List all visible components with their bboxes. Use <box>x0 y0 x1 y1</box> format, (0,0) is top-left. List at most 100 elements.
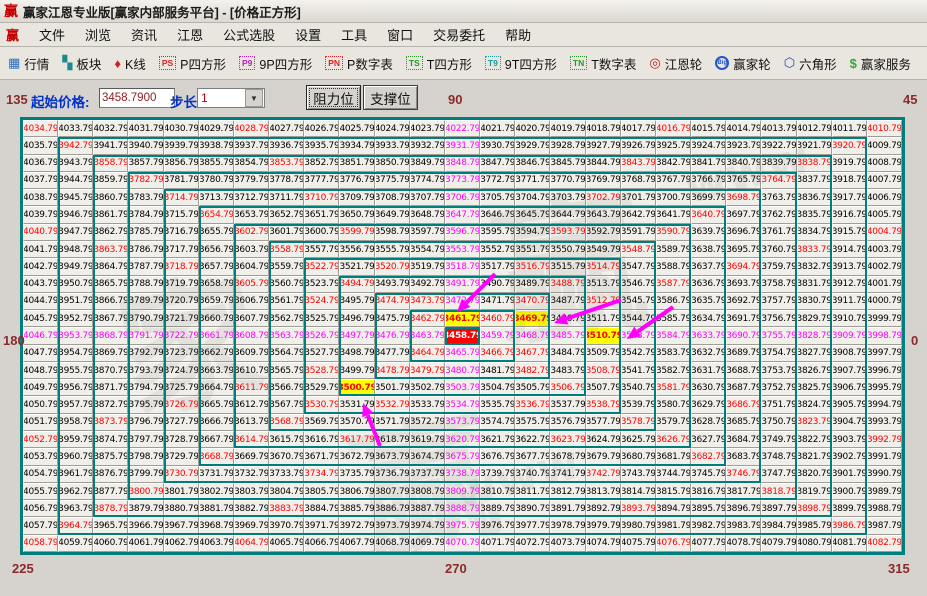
grid-cell-r20c18[interactable]: 3680.79 <box>621 448 656 465</box>
grid-cell-r12c4[interactable]: 3790.79 <box>128 310 163 327</box>
grid-cell-r24c13[interactable]: 3975.79 <box>445 517 480 534</box>
grid-cell-r7c6[interactable]: 3655.79 <box>199 224 234 241</box>
grid-cell-r16c6[interactable]: 3664.79 <box>199 379 234 396</box>
grid-cell-r14c21[interactable]: 3689.79 <box>726 345 761 362</box>
grid-cell-r17c4[interactable]: 3795.79 <box>128 396 163 413</box>
grid-cell-r14c25[interactable]: 3997.79 <box>867 345 902 362</box>
grid-cell-r21c23[interactable]: 3820.79 <box>797 466 832 483</box>
grid-cell-r18c22[interactable]: 3750.79 <box>761 414 796 431</box>
grid-cell-r21c4[interactable]: 3799.79 <box>128 466 163 483</box>
grid-cell-r25c4[interactable]: 4061.79 <box>128 535 163 552</box>
grid-cell-r23c12[interactable]: 3887.79 <box>410 500 445 517</box>
grid-cell-r21c5[interactable]: 3730.79 <box>164 466 199 483</box>
grid-cell-r4c7[interactable]: 3779.79 <box>234 172 269 189</box>
grid-cell-r5c14[interactable]: 3705.79 <box>480 189 515 206</box>
grid-cell-r11c11[interactable]: 3474.79 <box>375 293 410 310</box>
grid-cell-r7c16[interactable]: 3593.79 <box>550 224 585 241</box>
grid-cell-r1c22[interactable]: 4013.79 <box>761 120 796 137</box>
grid-cell-r13c18[interactable]: 3543.79 <box>621 327 656 344</box>
grid-cell-r1c8[interactable]: 4027.79 <box>269 120 304 137</box>
grid-cell-r12c25[interactable]: 3999.79 <box>867 310 902 327</box>
grid-cell-r25c25[interactable]: 4082.79 <box>867 535 902 552</box>
grid-cell-r15c11[interactable]: 3478.79 <box>375 362 410 379</box>
grid-cell-r19c14[interactable]: 3621.79 <box>480 431 515 448</box>
grid-cell-r21c11[interactable]: 3736.79 <box>375 466 410 483</box>
grid-cell-r4c24[interactable]: 3918.79 <box>832 172 867 189</box>
grid-cell-r7c15[interactable]: 3594.79 <box>515 224 550 241</box>
grid-cell-r18c2[interactable]: 3958.79 <box>58 414 93 431</box>
grid-cell-r8c12[interactable]: 3554.79 <box>410 241 445 258</box>
grid-cell-r5c1[interactable]: 4038.79 <box>23 189 58 206</box>
grid-cell-r24c3[interactable]: 3965.79 <box>93 517 128 534</box>
grid-cell-r20c24[interactable]: 3902.79 <box>832 448 867 465</box>
grid-cell-r23c21[interactable]: 3896.79 <box>726 500 761 517</box>
grid-cell-r21c21[interactable]: 3746.79 <box>726 466 761 483</box>
grid-cell-r9c1[interactable]: 4042.79 <box>23 258 58 275</box>
grid-cell-r2c14[interactable]: 3930.79 <box>480 137 515 154</box>
grid-cell-r3c23[interactable]: 3838.79 <box>797 155 832 172</box>
grid-cell-r17c15[interactable]: 3536.79 <box>515 396 550 413</box>
grid-cell-r5c21[interactable]: 3698.79 <box>726 189 761 206</box>
grid-cell-r14c12[interactable]: 3464.79 <box>410 345 445 362</box>
grid-cell-r21c24[interactable]: 3901.79 <box>832 466 867 483</box>
grid-cell-r1c25[interactable]: 4010.79 <box>867 120 902 137</box>
grid-cell-r14c8[interactable]: 3564.79 <box>269 345 304 362</box>
grid-cell-r7c23[interactable]: 3834.79 <box>797 224 832 241</box>
grid-cell-r19c20[interactable]: 3627.79 <box>691 431 726 448</box>
grid-cell-r23c15[interactable]: 3890.79 <box>515 500 550 517</box>
grid-cell-r2c8[interactable]: 3936.79 <box>269 137 304 154</box>
grid-cell-r18c21[interactable]: 3685.79 <box>726 414 761 431</box>
grid-cell-r2c23[interactable]: 3921.79 <box>797 137 832 154</box>
grid-cell-r18c6[interactable]: 3666.79 <box>199 414 234 431</box>
menu-item-1[interactable]: 浏览 <box>75 23 121 46</box>
grid-cell-r22c12[interactable]: 3808.79 <box>410 483 445 500</box>
grid-cell-r10c7[interactable]: 3605.79 <box>234 276 269 293</box>
grid-cell-r2c19[interactable]: 3925.79 <box>656 137 691 154</box>
grid-cell-r4c21[interactable]: 3765.79 <box>726 172 761 189</box>
grid-cell-r15c9[interactable]: 3528.79 <box>304 362 339 379</box>
grid-cell-r23c6[interactable]: 3881.79 <box>199 500 234 517</box>
grid-cell-r7c12[interactable]: 3597.79 <box>410 224 445 241</box>
grid-cell-r24c16[interactable]: 3978.79 <box>550 517 585 534</box>
grid-cell-r20c20[interactable]: 3682.79 <box>691 448 726 465</box>
grid-cell-r4c18[interactable]: 3768.79 <box>621 172 656 189</box>
grid-cell-r20c5[interactable]: 3729.79 <box>164 448 199 465</box>
grid-cell-r7c4[interactable]: 3785.79 <box>128 224 163 241</box>
grid-cell-r1c24[interactable]: 4011.79 <box>832 120 867 137</box>
grid-cell-r12c16[interactable]: 3486.79 <box>550 310 585 327</box>
grid-cell-r22c6[interactable]: 3802.79 <box>199 483 234 500</box>
grid-cell-r23c25[interactable]: 3988.79 <box>867 500 902 517</box>
grid-cell-r6c2[interactable]: 3946.79 <box>58 206 93 223</box>
grid-cell-r2c24[interactable]: 3920.79 <box>832 137 867 154</box>
grid-cell-r9c24[interactable]: 3913.79 <box>832 258 867 275</box>
grid-cell-r14c10[interactable]: 3498.79 <box>339 345 374 362</box>
grid-cell-r23c1[interactable]: 4056.79 <box>23 500 58 517</box>
grid-cell-r12c8[interactable]: 3562.79 <box>269 310 304 327</box>
grid-cell-r11c12[interactable]: 3473.79 <box>410 293 445 310</box>
grid-cell-r18c7[interactable]: 3613.79 <box>234 414 269 431</box>
grid-cell-r11c18[interactable]: 3545.79 <box>621 293 656 310</box>
grid-cell-r17c6[interactable]: 3665.79 <box>199 396 234 413</box>
grid-cell-r12c20[interactable]: 3634.79 <box>691 310 726 327</box>
grid-cell-r2c1[interactable]: 4035.79 <box>23 137 58 154</box>
grid-cell-r12c13[interactable]: 3461.79 <box>445 310 480 327</box>
grid-cell-r14c19[interactable]: 3583.79 <box>656 345 691 362</box>
grid-cell-r10c22[interactable]: 3758.79 <box>761 276 796 293</box>
grid-cell-r19c10[interactable]: 3617.79 <box>339 431 374 448</box>
grid-cell-r22c5[interactable]: 3801.79 <box>164 483 199 500</box>
grid-cell-r2c20[interactable]: 3924.79 <box>691 137 726 154</box>
grid-cell-r21c25[interactable]: 3990.79 <box>867 466 902 483</box>
grid-cell-r16c10[interactable]: 3500.79 <box>339 379 374 396</box>
grid-cell-r17c20[interactable]: 3629.79 <box>691 396 726 413</box>
grid-cell-r23c22[interactable]: 3897.79 <box>761 500 796 517</box>
grid-cell-r10c4[interactable]: 3788.79 <box>128 276 163 293</box>
grid-cell-r8c2[interactable]: 3948.79 <box>58 241 93 258</box>
grid-cell-r15c6[interactable]: 3663.79 <box>199 362 234 379</box>
toolbar-item-t9-square[interactable]: T99T四方形 <box>485 54 557 73</box>
grid-cell-r4c8[interactable]: 3778.79 <box>269 172 304 189</box>
grid-cell-r14c15[interactable]: 3467.79 <box>515 345 550 362</box>
menu-item-8[interactable]: 交易委托 <box>423 23 495 46</box>
grid-cell-r17c5[interactable]: 3726.79 <box>164 396 199 413</box>
grid-cell-r23c14[interactable]: 3889.79 <box>480 500 515 517</box>
grid-cell-r23c23[interactable]: 3898.79 <box>797 500 832 517</box>
